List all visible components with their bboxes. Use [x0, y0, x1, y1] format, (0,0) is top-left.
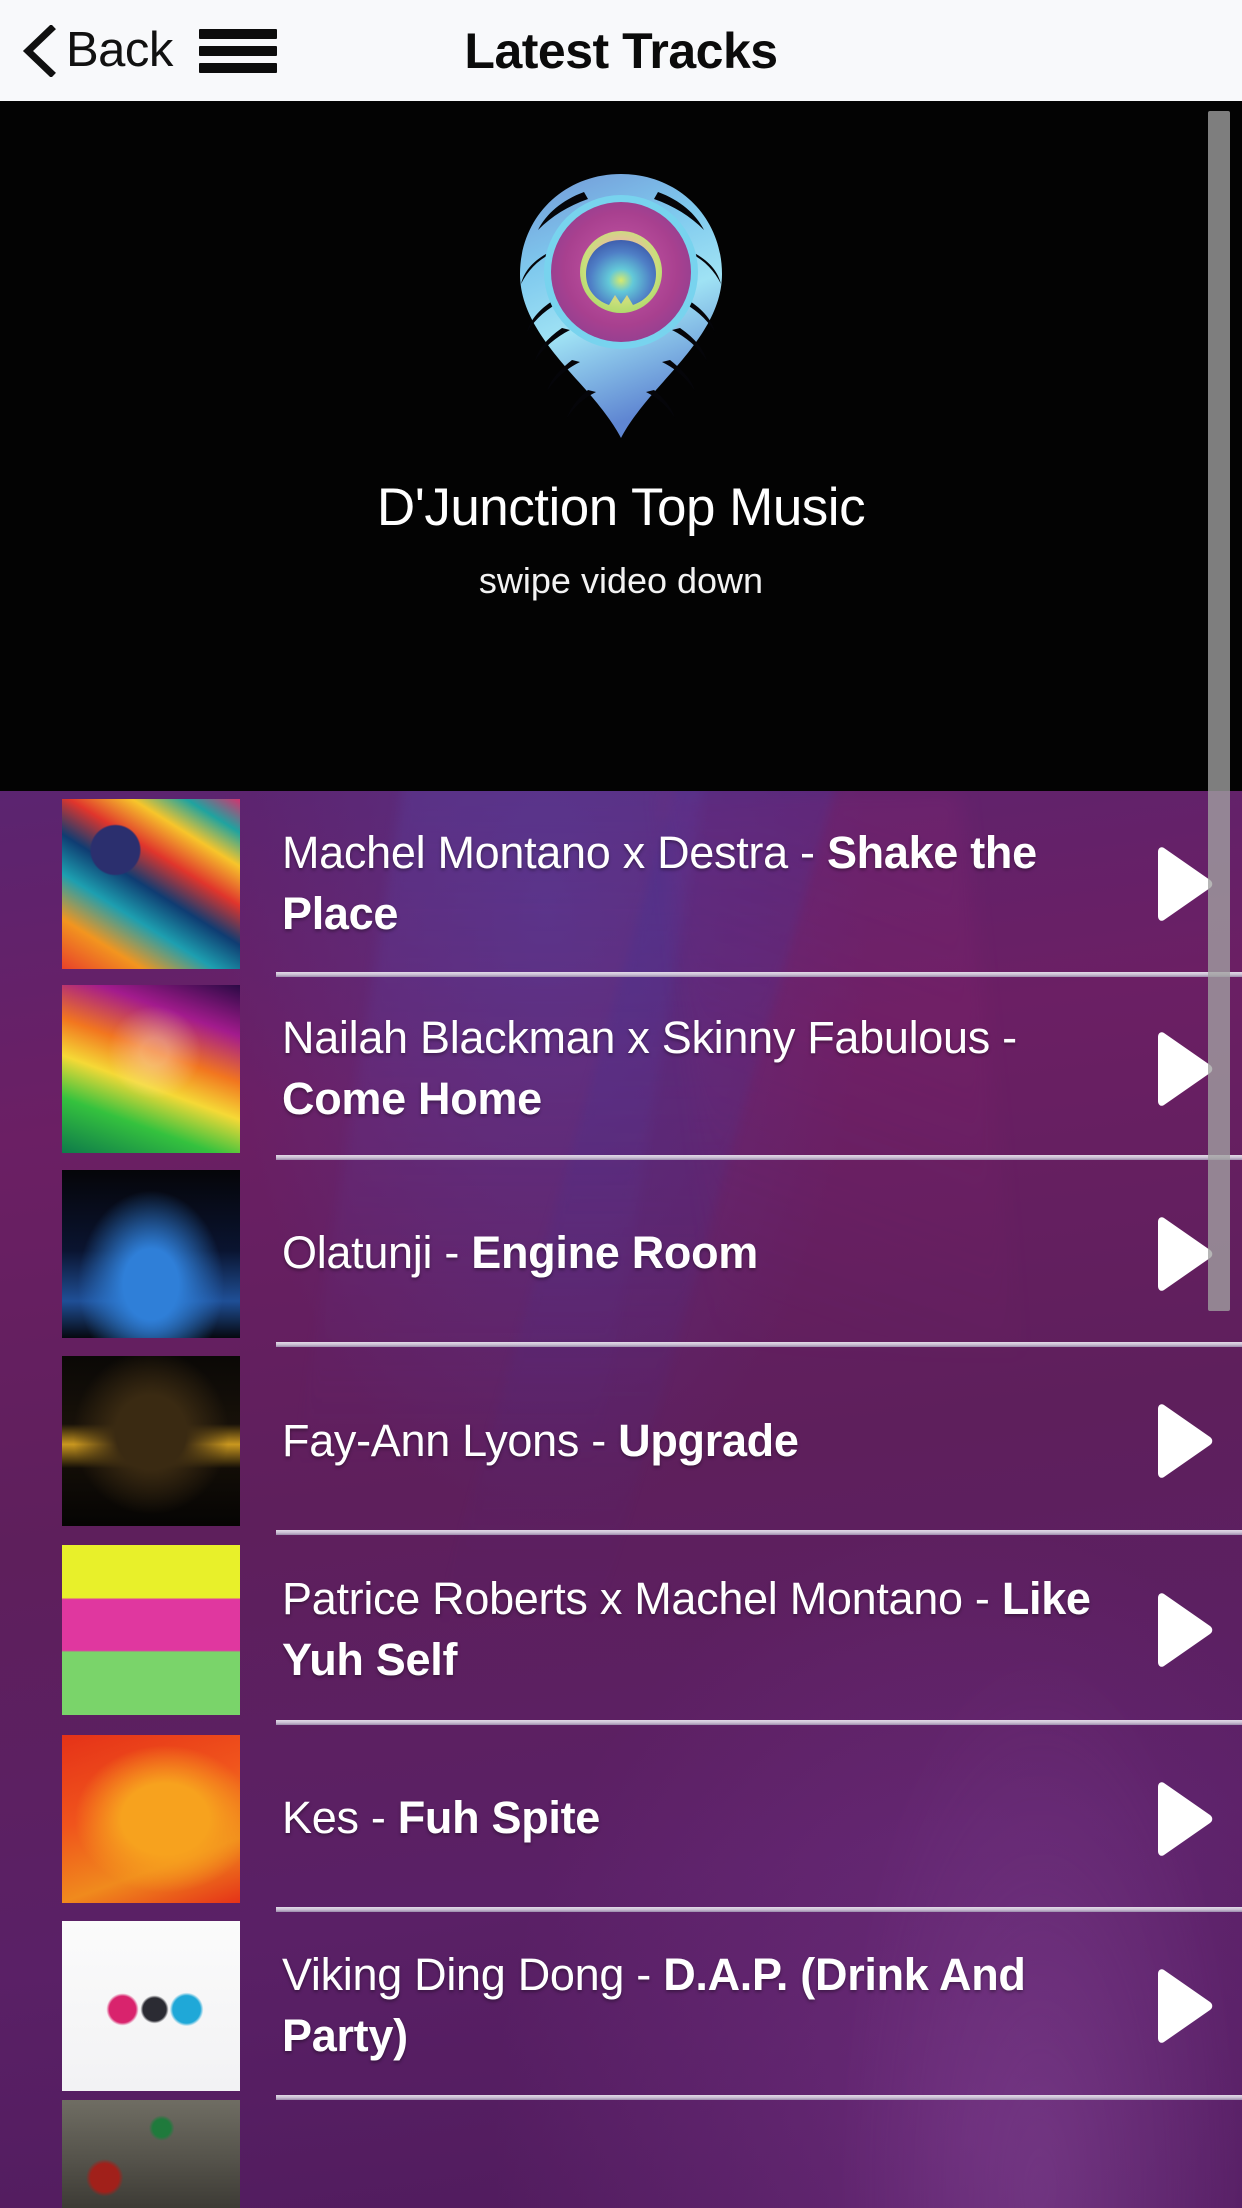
track-artist: Viking Ding Dong - — [282, 1949, 664, 2001]
track-list[interactable]: Machel Montano x Destra - Shake the Plac… — [0, 791, 1242, 2208]
album-art-image — [62, 1734, 240, 1903]
album-art-image — [62, 799, 240, 969]
track-row-body: Nailah Blackman x Skinny Fabulous - Come… — [282, 977, 1242, 1160]
video-player-area[interactable]: D'Junction Top Music swipe video down — [0, 101, 1242, 791]
track-title: Engine Room — [471, 1227, 758, 1279]
play-triangle-icon[interactable] — [1122, 2100, 1242, 2208]
track-title: Upgrade — [618, 1414, 799, 1466]
hamburger-bar-1 — [198, 28, 277, 39]
track-artist: Machel Montano x Destra - — [282, 827, 827, 879]
album-art-image — [62, 1545, 240, 1715]
track-row[interactable]: Kes - Fuh Spite — [0, 1725, 1242, 1912]
track-artist: Patrice Roberts x Machel Montano - — [282, 1573, 1002, 1625]
album-art-thumbnail[interactable] — [62, 2100, 240, 2208]
track-label: Nailah Blackman x Skinny Fabulous - Come… — [282, 1008, 1122, 1130]
navigation-bar: Back Latest Tracks — [0, 0, 1242, 101]
track-label: Patrice Roberts x Machel Montano - Like … — [282, 1569, 1122, 1691]
hamburger-bar-3 — [198, 62, 277, 73]
track-title: Fuh Spite — [397, 1792, 601, 1844]
track-row-body: Patrice Roberts x Machel Montano - Like … — [282, 1535, 1242, 1725]
play-triangle-icon[interactable] — [1122, 1160, 1242, 1347]
back-button[interactable]: Back — [22, 23, 173, 77]
track-label: Olatunji - Engine Room — [282, 1223, 1122, 1284]
brand-subtitle: swipe video down — [478, 560, 764, 601]
play-triangle-icon[interactable] — [1122, 1725, 1242, 1912]
play-triangle-icon[interactable] — [1122, 1347, 1242, 1535]
track-label: Fay-Ann Lyons - Upgrade — [282, 1411, 1122, 1472]
track-artist: Nailah Blackman x Skinny Fabulous - — [282, 1011, 1017, 1063]
track-label: Kes - Fuh Spite — [282, 1788, 1122, 1849]
track-row-body: Viking Ding Dong - D.A.P. (Drink And Par… — [282, 1912, 1242, 2100]
album-art-thumbnail[interactable] — [62, 799, 240, 969]
album-art-thumbnail[interactable] — [62, 1921, 240, 2091]
play-triangle-icon[interactable] — [1122, 1535, 1242, 1725]
track-row[interactable]: Viking Ding Dong - D.A.P. (Drink And Par… — [0, 1912, 1242, 2100]
track-artist: Olatunji - — [282, 1227, 472, 1279]
track-row-body: Machel Montano x Destra - Shake the Plac… — [282, 791, 1242, 977]
track-title: Come Home — [282, 1072, 542, 1124]
album-art-image — [62, 1356, 240, 1526]
album-art-image — [62, 984, 240, 1153]
page-title: Latest Tracks — [464, 22, 778, 79]
track-row[interactable]: Patrice Roberts x Machel Montano - Like … — [0, 1535, 1242, 1725]
track-artist: Kes - — [282, 1792, 398, 1844]
chevron-left-icon — [22, 24, 56, 77]
track-row[interactable]: Olatunji - Engine Room — [0, 1160, 1242, 1347]
track-row-body — [282, 2100, 1242, 2208]
play-triangle-icon[interactable] — [1122, 977, 1242, 1160]
track-row[interactable] — [0, 2100, 1242, 2208]
map-pin-concentric-logo — [496, 168, 746, 443]
back-button-label: Back — [66, 23, 173, 77]
album-art-thumbnail[interactable] — [62, 1169, 240, 1338]
album-art-thumbnail[interactable] — [62, 1356, 240, 1526]
album-art-image — [62, 1921, 240, 2091]
album-art-thumbnail[interactable] — [62, 1734, 240, 1903]
track-row-body: Olatunji - Engine Room — [282, 1160, 1242, 1347]
play-triangle-icon[interactable] — [1122, 791, 1242, 977]
track-row[interactable]: Fay-Ann Lyons - Upgrade — [0, 1347, 1242, 1535]
track-row[interactable]: Machel Montano x Destra - Shake the Plac… — [0, 791, 1242, 977]
album-art-image — [62, 1169, 240, 1338]
album-art-image — [62, 2100, 240, 2208]
hamburger-menu-icon[interactable] — [198, 25, 277, 77]
track-artist: Fay-Ann Lyons - — [282, 1414, 619, 1466]
track-row-body: Kes - Fuh Spite — [282, 1725, 1242, 1912]
play-triangle-icon[interactable] — [1122, 1912, 1242, 2100]
album-art-thumbnail[interactable] — [62, 984, 240, 1153]
brand-title: D'Junction Top Music — [376, 478, 866, 537]
track-label: Machel Montano x Destra - Shake the Plac… — [282, 823, 1122, 945]
track-row[interactable]: Nailah Blackman x Skinny Fabulous - Come… — [0, 977, 1242, 1160]
track-row-body: Fay-Ann Lyons - Upgrade — [282, 1347, 1242, 1535]
album-art-thumbnail[interactable] — [62, 1545, 240, 1715]
track-label: Viking Ding Dong - D.A.P. (Drink And Par… — [282, 1945, 1122, 2067]
app-root: Back Latest Tracks D'Junction Top Music … — [0, 0, 1242, 2208]
hamburger-bar-2 — [198, 45, 277, 56]
